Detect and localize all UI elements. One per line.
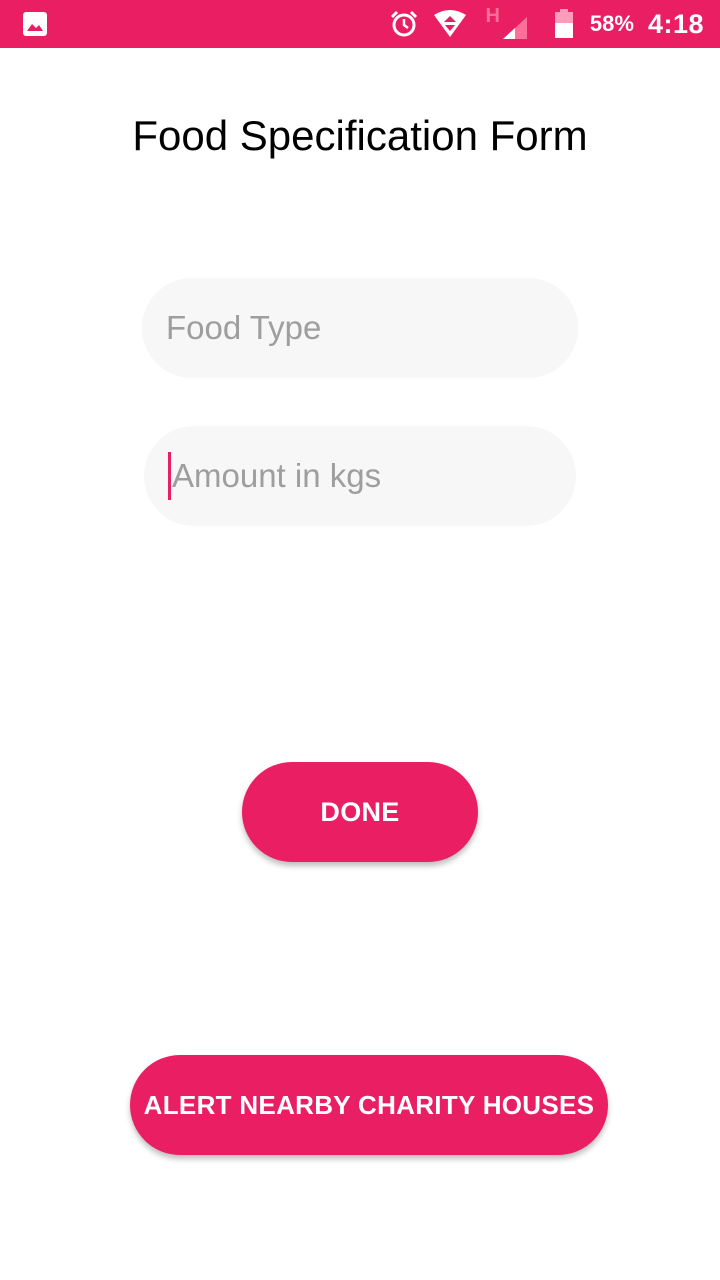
food-type-field[interactable] [142,278,578,378]
alarm-icon [391,10,418,37]
status-icons: H 58% 4:18 [375,0,704,48]
page-title: Food Specification Form [132,112,588,159]
gallery-icon [23,12,47,36]
battery-icon [554,9,573,38]
clock: 4:18 [647,8,704,39]
status-bar: H 58% 4:18 [0,0,720,48]
wifi-icon [434,10,467,37]
network-type: H [485,4,500,27]
amount-field[interactable] [144,426,576,526]
amount-input[interactable] [168,457,576,495]
alert-charity-houses-button[interactable]: ALERT NEARBY CHARITY HOUSES [130,1055,608,1155]
text-cursor [168,452,171,500]
done-button[interactable]: DONE [242,762,478,862]
battery-percentage: 58% [589,11,634,36]
food-type-input[interactable] [166,309,578,347]
signal-icon [502,17,527,39]
